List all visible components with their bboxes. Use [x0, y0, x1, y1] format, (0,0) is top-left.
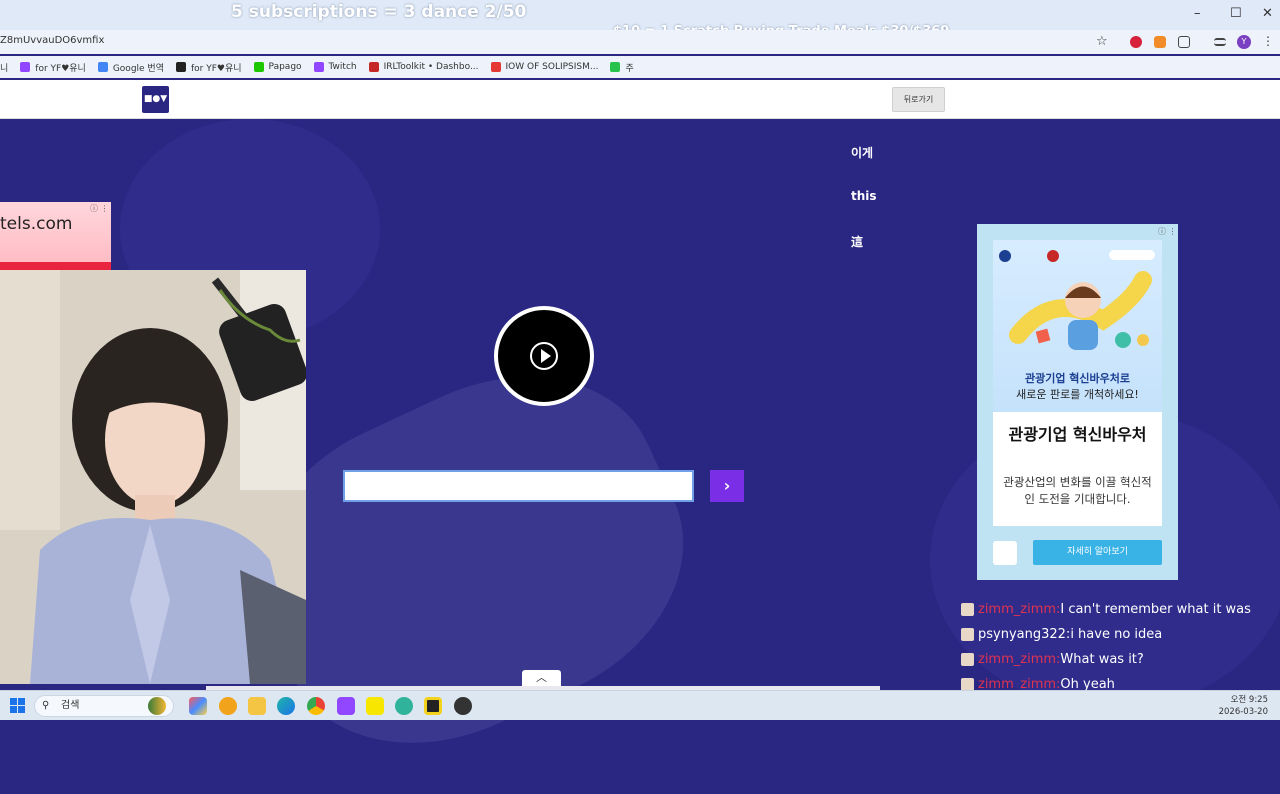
taskbar-clock[interactable]: 오전 9:25 2026-03-20 — [1218, 694, 1268, 718]
chat-message: psynyang322: i have no idea — [961, 627, 1162, 642]
windows-start-icon[interactable] — [10, 698, 26, 714]
kakaotalk-icon[interactable] — [366, 697, 384, 715]
minimize-button[interactable]: – — [1194, 6, 1201, 21]
search-icon: ⚲ — [42, 700, 50, 711]
scroll-up-chevron-icon[interactable]: ︿ — [522, 670, 561, 686]
twitch-icon — [313, 62, 324, 72]
twitch-app-icon[interactable] — [337, 697, 355, 715]
learn-more-button[interactable]: 자세히 알아보기 — [1033, 540, 1162, 565]
language-option-chinese[interactable]: 這 — [851, 233, 863, 250]
clock-date: 2026-03-20 — [1218, 707, 1268, 717]
submit-button[interactable]: › — [710, 470, 744, 502]
clock-time: 오전 9:25 — [1230, 695, 1268, 705]
right-ad-caption: 새로운 판로를 개척하세요! — [1016, 388, 1139, 401]
site-header — [0, 80, 1280, 119]
ad-choices-icon[interactable]: ⓘ ⋮ — [1158, 226, 1177, 237]
bookmark-item[interactable]: IOW OF SOLIPSISM... — [490, 62, 599, 72]
bookmark-favicon-icon — [20, 62, 31, 72]
advertiser-logo-icon[interactable] — [993, 541, 1017, 565]
bookmark-item[interactable]: Google 번역 — [97, 61, 164, 74]
bookmark-label: 니 — [0, 63, 9, 74]
answer-input[interactable] — [343, 470, 694, 502]
bookmark-label: Twitch — [328, 62, 357, 72]
stream-overlay-goal-top: 5 subscriptions = 3 dance 2/50 — [231, 2, 527, 22]
obs-studio-icon[interactable] — [454, 697, 472, 715]
chat-text: I can't remember what it was — [1060, 602, 1251, 617]
search-app-icon[interactable] — [219, 697, 237, 715]
bookmark-star-icon[interactable]: ☆ — [1096, 34, 1108, 49]
profile-avatar[interactable]: Y — [1237, 35, 1251, 49]
bookmark-item[interactable]: Twitch — [313, 62, 357, 72]
edge-browser-icon[interactable] — [277, 697, 295, 715]
irltoolkit-icon — [368, 62, 379, 72]
address-bar[interactable] — [0, 30, 1280, 54]
bookmark-label: 주 — [625, 63, 634, 74]
bookmark-label: IRLToolkit • Dashbo... — [383, 62, 479, 72]
close-button[interactable]: ✕ — [1262, 6, 1273, 21]
chat-username: psynyang322: — [978, 627, 1071, 642]
chrome-browser-icon[interactable] — [307, 697, 325, 715]
chat-username: zimm_zimm: — [978, 602, 1061, 617]
app-icon[interactable] — [395, 697, 413, 715]
media-controls-icon[interactable] — [1214, 38, 1226, 46]
extension-red-icon[interactable] — [1130, 36, 1142, 48]
app-icon[interactable] — [424, 697, 442, 715]
bookmark-label: Google 번역 — [112, 63, 164, 74]
bookmarks-bar: 니 for YF♥유니 Google 번역 for YF♥유니 Papago T… — [0, 56, 1280, 78]
right-ad-caption-bold: 관광기업 혁신바우처로 — [1024, 372, 1131, 385]
bookmark-label: IOW OF SOLIPSISM... — [505, 62, 599, 72]
streamer-webcam — [0, 270, 306, 684]
bookmark-favicon-icon — [610, 62, 621, 72]
bookmark-item[interactable]: IRLToolkit • Dashbo... — [368, 62, 479, 72]
extension-orange-icon[interactable] — [1154, 36, 1166, 48]
language-option-english[interactable]: this — [851, 189, 877, 203]
chat-avatar-icon — [961, 628, 974, 641]
bookmark-label: for YF♥유니 — [35, 63, 86, 74]
google-translate-icon — [97, 62, 108, 72]
chat-message: zimm_zimm: What was it? — [961, 652, 1144, 667]
play-icon[interactable] — [541, 349, 551, 363]
chat-username: zimm_zimm: — [978, 652, 1061, 667]
chat-text: i have no idea — [1070, 627, 1163, 642]
file-explorer-icon[interactable] — [248, 697, 266, 715]
chat-text: What was it? — [1060, 652, 1144, 667]
bookmark-item[interactable]: 주 — [610, 61, 634, 74]
right-ad-body: 관광산업의 변화를 이끌 혁신적인 도전을 기대합니다. — [1003, 475, 1152, 506]
bookmark-item[interactable]: Papago — [253, 62, 302, 72]
bookmark-item[interactable]: for YF♥유니 — [20, 61, 86, 74]
youtube-icon — [490, 62, 501, 72]
bookmark-label: Papago — [268, 62, 302, 72]
left-ad-text[interactable]: tels.com — [0, 214, 72, 234]
bookmark-item[interactable]: for YF♥유니 — [176, 61, 242, 74]
ad-choices-icon[interactable]: ⓘ ⋮ — [90, 203, 109, 214]
menu-kebab-icon[interactable]: ⋮ — [1262, 34, 1274, 48]
papago-icon — [253, 62, 264, 72]
copilot-icon[interactable] — [189, 697, 207, 715]
chat-avatar-icon — [961, 653, 974, 666]
extensions-puzzle-icon[interactable] — [1178, 36, 1190, 48]
maximize-button[interactable]: ☐ — [1230, 6, 1242, 21]
site-logo[interactable]: ■●▼ — [142, 86, 169, 113]
back-button[interactable]: 뒤로가기 — [892, 87, 945, 112]
bookmark-favicon-icon — [176, 62, 186, 72]
right-ad-headline[interactable]: 관광기업 혁신바우처 — [1003, 424, 1152, 445]
language-option-korean[interactable]: 이게 — [851, 144, 873, 161]
chat-message: zimm_zimm: I can't remember what it was — [961, 602, 1251, 617]
bookmark-label: for YF♥유니 — [191, 63, 242, 74]
bookmark-item[interactable]: 니 — [0, 61, 8, 74]
webcam-image — [0, 270, 306, 684]
chat-avatar-icon — [961, 603, 974, 616]
url-text[interactable]: Z8mUvvauDO6vmfix — [0, 35, 104, 46]
weather-widget-icon[interactable] — [148, 697, 166, 715]
